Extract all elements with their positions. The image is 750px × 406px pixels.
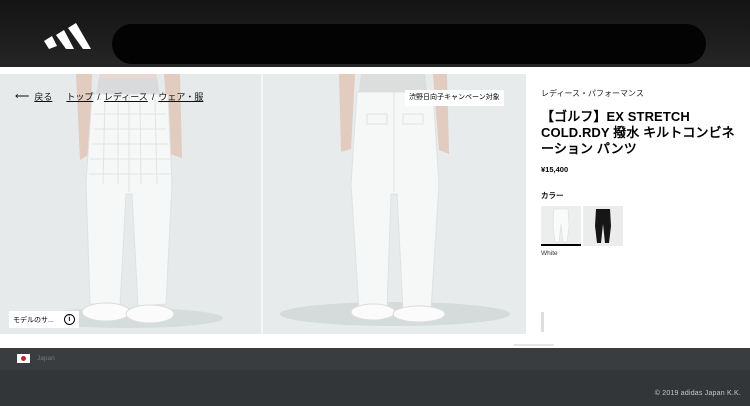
model-info-label: モデルのサ... — [13, 316, 54, 324]
adidas-logo-icon[interactable] — [42, 18, 94, 50]
search-bar[interactable] — [112, 24, 706, 64]
japan-flag-icon[interactable] — [17, 354, 30, 363]
model-info-button[interactable]: モデルのサ... i — [9, 311, 79, 328]
breadcrumb-separator: / — [97, 91, 100, 102]
color-label: カラー — [541, 191, 564, 200]
header-divider — [0, 67, 750, 72]
product-info: レディース・パフォーマンス 【ゴルフ】EX STRETCH COLD.RDY 撥… — [541, 88, 746, 174]
selected-color-name: White — [541, 250, 558, 257]
breadcrumb: ⟵ 戻る トップ / レディース / ウェア・服 — [15, 90, 203, 103]
divider — [541, 312, 544, 332]
product-price: ¥15,400 — [541, 165, 569, 174]
site-header — [0, 0, 750, 68]
color-swatch-white[interactable] — [541, 206, 581, 246]
country-selector[interactable]: Japan — [37, 355, 55, 362]
breadcrumb-back[interactable]: 戻る — [34, 90, 52, 103]
product-category: レディース・パフォーマンス — [541, 89, 644, 98]
info-icon: i — [63, 314, 75, 325]
campaign-badge[interactable]: 渋野日向子キャンペーン対象 — [405, 90, 504, 106]
back-arrow-icon[interactable]: ⟵ — [15, 91, 29, 102]
product-photo-back[interactable] — [263, 74, 526, 334]
divider — [514, 344, 554, 346]
breadcrumb-item-wear[interactable]: ウェア・服 — [158, 90, 203, 103]
breadcrumb-item-ladies[interactable]: レディース — [104, 90, 148, 103]
breadcrumb-item-top[interactable]: トップ — [66, 90, 93, 103]
site-footer: Japan © 2019 adidas Japan K.K. — [0, 348, 750, 406]
footer-locale-bar: Japan — [0, 348, 750, 370]
product-photo-front[interactable] — [0, 74, 261, 334]
product-gallery: ⟵ 戻る トップ / レディース / ウェア・服 渋野日向子キャンペーン対象 モ… — [0, 74, 526, 334]
breadcrumb-separator: / — [151, 91, 155, 102]
color-swatch-black[interactable] — [583, 206, 623, 246]
product-title: 【ゴルフ】EX STRETCH COLD.RDY 撥水 キルトコンビネーション … — [541, 109, 735, 156]
copyright: © 2019 adidas Japan K.K. — [654, 390, 741, 397]
